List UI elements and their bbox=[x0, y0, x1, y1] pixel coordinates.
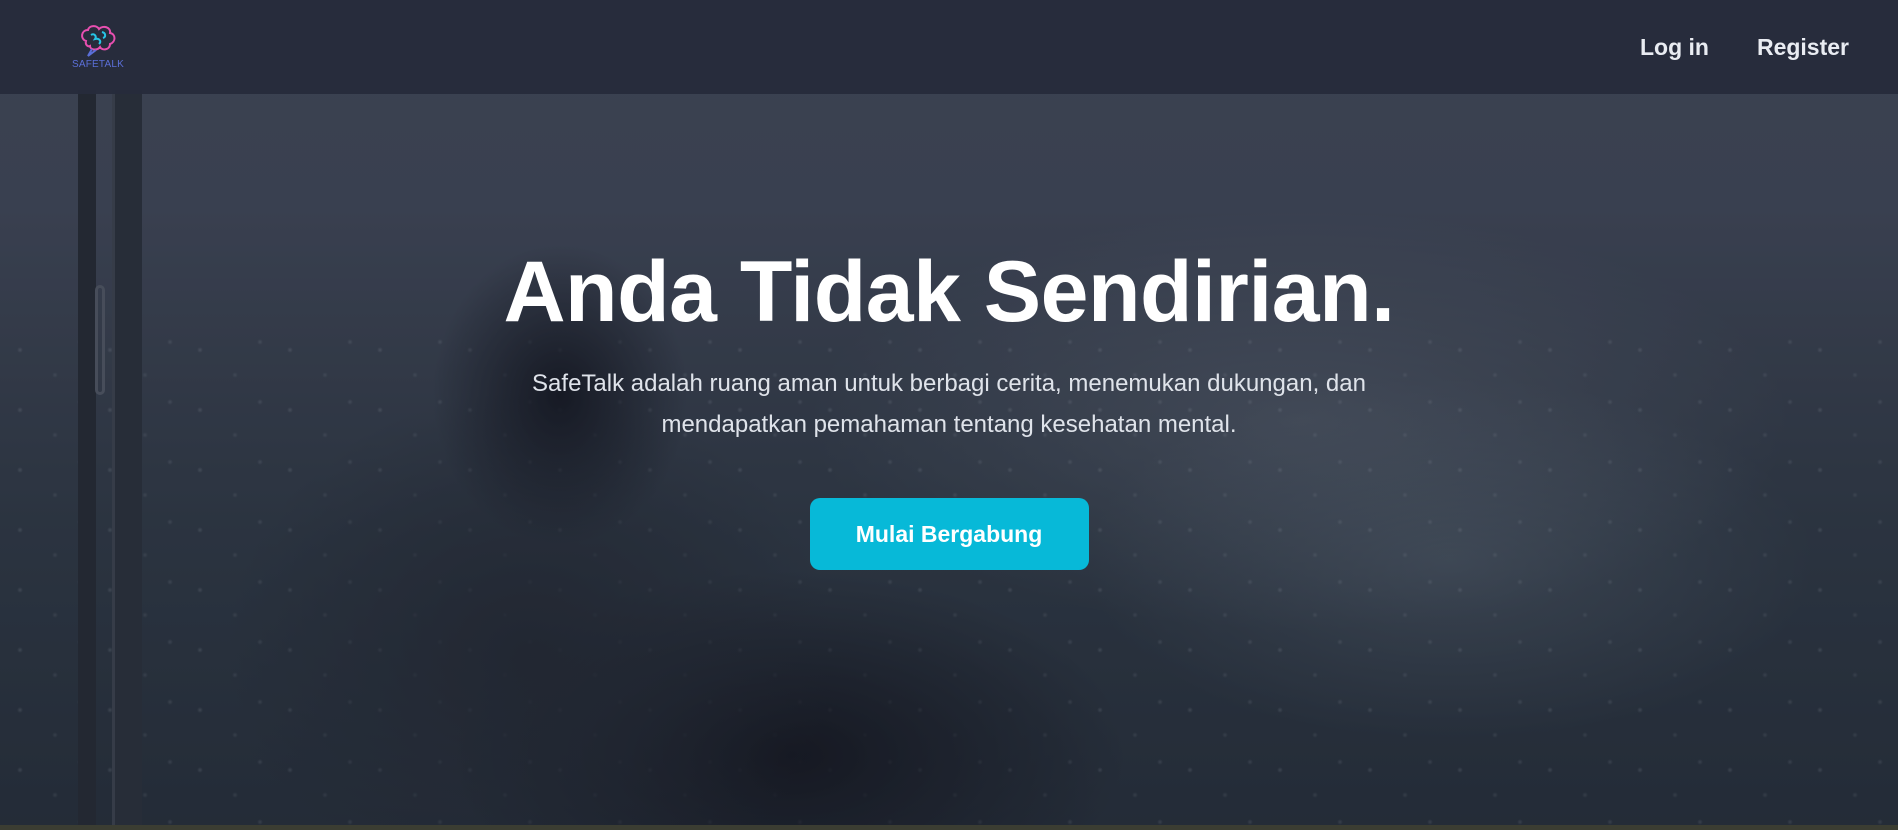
hero-headline: Anda Tidak Sendirian. bbox=[503, 244, 1395, 340]
brand-logo[interactable]: SAFETALK bbox=[72, 23, 124, 71]
brain-chat-logo-icon bbox=[81, 25, 116, 57]
register-link[interactable]: Register bbox=[1757, 34, 1849, 61]
hero-subtext: SafeTalk adalah ruang aman untuk berbagi… bbox=[532, 370, 1366, 438]
top-navbar: SAFETALK Log in Register bbox=[0, 0, 1898, 94]
nav-links: Log in Register bbox=[1640, 34, 1849, 61]
join-button[interactable]: Mulai Bergabung bbox=[809, 498, 1089, 570]
hero-content: Anda Tidak Sendirian. SafeTalk adalah ru… bbox=[0, 240, 1898, 570]
logo-text: SAFETALK bbox=[72, 59, 124, 70]
page-bottom-edge bbox=[0, 825, 1898, 830]
login-link[interactable]: Log in bbox=[1640, 34, 1709, 61]
